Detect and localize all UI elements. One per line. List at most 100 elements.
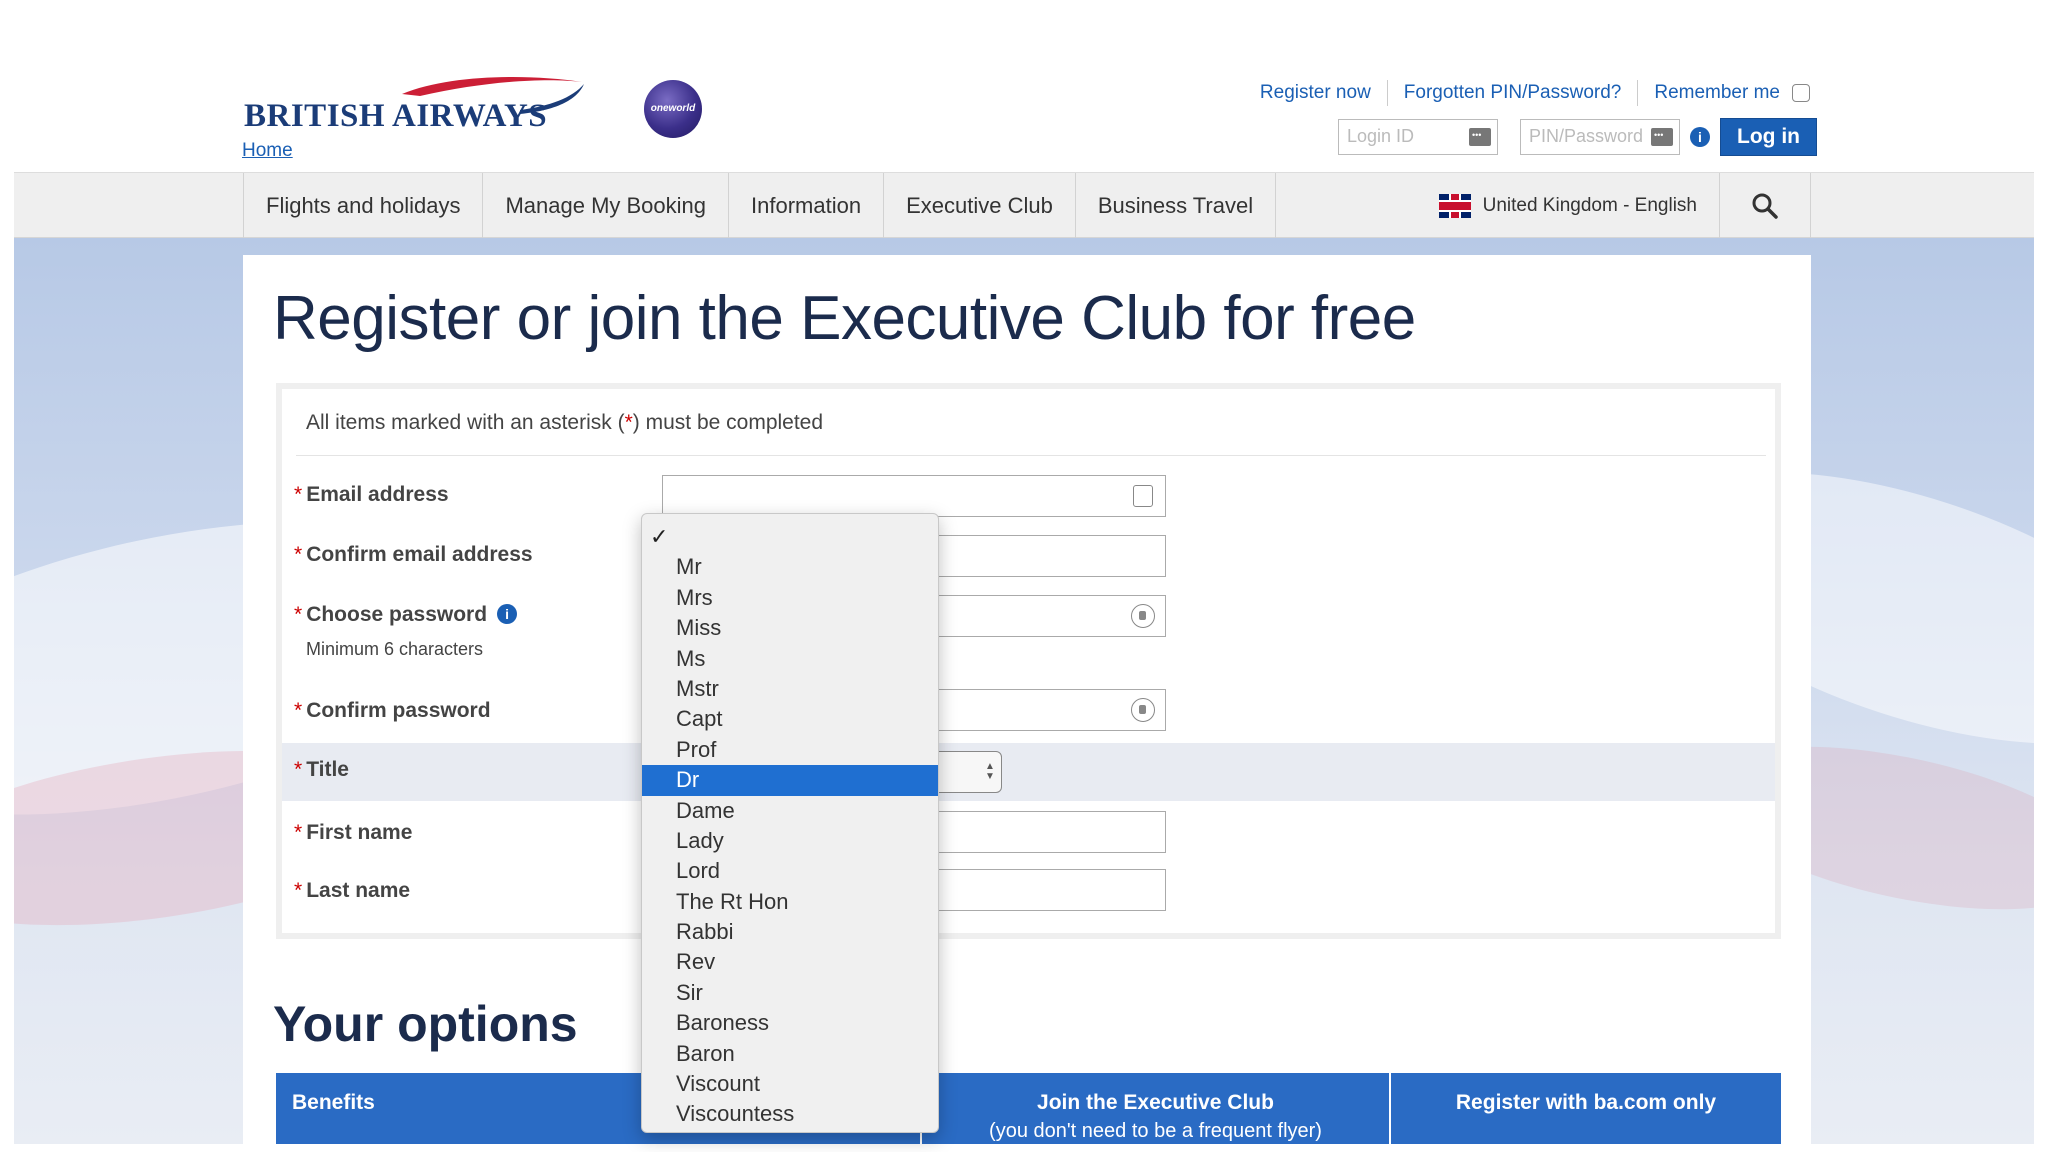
- dropdown-option[interactable]: Miss: [642, 613, 938, 643]
- checkmark-icon: ✓: [650, 524, 669, 549]
- password-label: * Choose password i: [294, 603, 518, 627]
- dropdown-option-highlighted[interactable]: Dr: [642, 765, 938, 796]
- dropdown-option[interactable]: Ms: [642, 644, 938, 674]
- label-text: First name: [306, 821, 413, 844]
- divider: [1637, 80, 1639, 106]
- dropdown-option[interactable]: Rabbi: [642, 917, 938, 947]
- login-id-placeholder: Login ID: [1347, 126, 1415, 146]
- log-in-button[interactable]: Log in: [1720, 118, 1817, 156]
- asterisk: *: [294, 543, 303, 566]
- label-text: Last name: [306, 879, 411, 902]
- title-dropdown-menu: ✓ Mr Mrs Miss Ms Mstr Capt Prof Dr Dame …: [641, 513, 939, 1133]
- asterisk: *: [294, 483, 303, 506]
- speedmarque-icon: [402, 77, 584, 114]
- confirm-password-row: * Confirm password: [282, 685, 1775, 739]
- info-icon[interactable]: i: [1690, 127, 1710, 147]
- title-label: * Title: [294, 758, 349, 782]
- main-navigation: Flights and holidays Manage My Booking I…: [14, 172, 2034, 239]
- password-hint: Minimum 6 characters: [306, 639, 484, 659]
- asterisk: *: [294, 603, 303, 626]
- nav-executive-club[interactable]: Executive Club: [883, 173, 1075, 239]
- dropdown-option[interactable]: Mr: [642, 552, 938, 582]
- confirm-email-label: * Confirm email address: [294, 543, 533, 567]
- confirm-password-label: * Confirm password: [294, 699, 491, 723]
- asterisk: *: [294, 758, 303, 781]
- dropdown-option[interactable]: Mrs: [642, 583, 938, 613]
- dropdown-option[interactable]: Prof: [642, 735, 938, 765]
- dropdown-option[interactable]: Dame: [642, 796, 938, 826]
- divider: [296, 455, 1766, 456]
- dropdown-option[interactable]: Baron: [642, 1039, 938, 1069]
- label-text: Email address: [306, 483, 449, 506]
- dropdown-option[interactable]: Lady: [642, 826, 938, 856]
- asterisk: *: [294, 879, 303, 902]
- notice-text: All items marked with an asterisk (: [306, 411, 625, 434]
- page-title: Register or join the Executive Club for …: [273, 284, 1416, 353]
- keyboard-icon[interactable]: [1651, 128, 1673, 146]
- register-only-header: Register with ba.com only: [1455, 1091, 1717, 1114]
- dropdown-option[interactable]: Rev: [642, 947, 938, 977]
- search-icon: [1752, 193, 1778, 219]
- nav-manage-my-booking[interactable]: Manage My Booking: [482, 173, 728, 239]
- contact-card-icon: [1133, 485, 1153, 507]
- dropdown-option[interactable]: Viscountess: [642, 1099, 938, 1129]
- title-row: * Title ▲ ▼: [282, 743, 1775, 801]
- label-text: Title: [306, 758, 349, 781]
- last-name-label: * Last name: [294, 879, 410, 903]
- pin-placeholder: PIN/Password: [1529, 126, 1644, 146]
- email-row: * Email address: [282, 473, 1775, 525]
- email-input[interactable]: [662, 475, 1166, 517]
- asterisk: *: [624, 411, 633, 434]
- locale-selector[interactable]: United Kingdom - English: [1417, 173, 1719, 239]
- divider: [1386, 80, 1388, 106]
- remember-me-checkbox[interactable]: [1792, 84, 1810, 102]
- nav-business-travel[interactable]: Business Travel: [1074, 173, 1277, 239]
- home-link[interactable]: Home: [242, 140, 293, 162]
- dropdown-option[interactable]: Mstr: [642, 674, 938, 704]
- registration-form: All items marked with an asterisk (*) mu…: [276, 383, 1781, 939]
- dropdown-option[interactable]: Sir: [642, 978, 938, 1008]
- keyboard-icon[interactable]: [1469, 128, 1491, 146]
- join-subtitle: (you don't need to be a frequent flyer): [989, 1120, 1322, 1142]
- label-text: Choose password: [306, 603, 488, 626]
- site-header: BRITISH AIRWAYS Home oneworld Register n…: [0, 0, 2048, 172]
- asterisk: *: [294, 699, 303, 722]
- oneworld-logo[interactable]: oneworld: [644, 80, 702, 138]
- lock-icon: [1131, 604, 1155, 628]
- pin-password-input[interactable]: PIN/Password: [1520, 119, 1680, 155]
- confirm-email-row: * Confirm email address: [282, 533, 1775, 585]
- nav-flights-and-holidays[interactable]: Flights and holidays: [243, 173, 482, 239]
- first-name-label: * First name: [294, 821, 412, 845]
- lock-icon: [1131, 698, 1155, 722]
- join-club-header: Join the Executive Club (you don't need …: [922, 1073, 1391, 1144]
- forgotten-pin-link[interactable]: Forgotten PIN/Password?: [1404, 82, 1622, 104]
- search-button[interactable]: [1719, 173, 1811, 239]
- dropdown-option[interactable]: The Rt Hon: [642, 887, 938, 917]
- nav-information[interactable]: Information: [728, 173, 883, 239]
- dropdown-option[interactable]: Viscount: [642, 1069, 938, 1099]
- uk-flag-icon: [1438, 194, 1471, 218]
- label-text: Confirm email address: [306, 543, 533, 566]
- first-name-row: * First name: [282, 805, 1775, 861]
- login-row: Login ID PIN/Password i Log in: [1338, 118, 1817, 156]
- label-text: Confirm password: [306, 699, 491, 722]
- asterisk: *: [294, 821, 303, 844]
- options-table-header: Benefits Join the Executive Club (you do…: [276, 1073, 1781, 1144]
- password-row: * Choose password i Minimum 6 characters: [282, 593, 1775, 677]
- notice-text: ) must be completed: [632, 411, 824, 434]
- login-id-input[interactable]: Login ID: [1338, 119, 1498, 155]
- dropdown-option-blank[interactable]: ✓: [642, 522, 938, 552]
- join-title: Join the Executive Club: [1037, 1091, 1274, 1114]
- remember-me-label: Remember me: [1654, 82, 1780, 103]
- content-panel: Register or join the Executive Club for …: [243, 255, 1811, 1144]
- locale-label: United Kingdom - English: [1482, 195, 1697, 216]
- info-icon[interactable]: i: [497, 604, 518, 624]
- options-heading: Your options: [273, 996, 578, 1052]
- dropdown-option[interactable]: Baroness: [642, 1008, 938, 1038]
- email-label: * Email address: [294, 483, 449, 507]
- register-now-link[interactable]: Register now: [1260, 82, 1371, 104]
- select-arrows-icon: ▲ ▼: [985, 761, 995, 782]
- dropdown-option[interactable]: Lord: [642, 856, 938, 886]
- dropdown-option[interactable]: Capt: [642, 704, 938, 734]
- last-name-row: * Last name: [282, 865, 1775, 921]
